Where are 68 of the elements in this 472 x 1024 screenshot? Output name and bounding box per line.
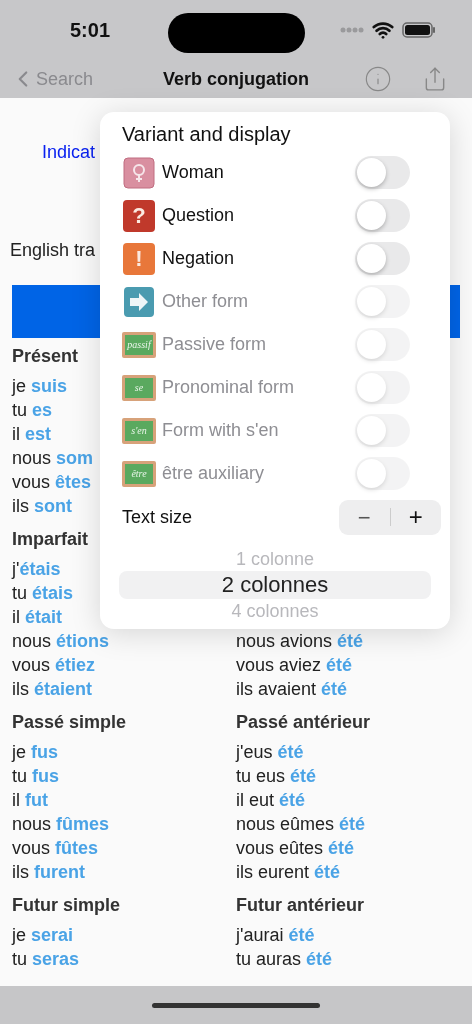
increase-button[interactable]: + bbox=[390, 499, 441, 535]
wifi-icon bbox=[372, 19, 394, 41]
battery-icon bbox=[402, 22, 436, 38]
conjugation-line: je serai bbox=[12, 924, 74, 947]
conjugation-line: ils eurent été bbox=[236, 861, 341, 884]
status-time: 5:01 bbox=[70, 18, 111, 43]
conjugation-line: vous étiez bbox=[12, 654, 96, 677]
conjugation-line: je fus bbox=[12, 741, 58, 764]
female-symbol-icon bbox=[123, 156, 155, 189]
conjugation-line: j'étais bbox=[12, 558, 61, 581]
decrease-button[interactable]: − bbox=[339, 500, 390, 534]
popover-title: Variant and display bbox=[122, 122, 292, 146]
tense-heading: Passé simple bbox=[12, 711, 127, 734]
conjugation-line: vous êtes bbox=[12, 471, 92, 494]
picker-option[interactable]: 2 colonnes bbox=[119, 571, 431, 599]
symbol-icon: ! bbox=[123, 242, 155, 275]
option-label: Negation bbox=[162, 247, 235, 270]
conjugation-line: nous avions été bbox=[236, 630, 364, 653]
conjugation-line: ils sont bbox=[12, 495, 72, 518]
info-icon[interactable] bbox=[364, 65, 392, 93]
symbol-icon: ? bbox=[123, 199, 155, 232]
conjugation-line: ils étaient bbox=[12, 678, 93, 701]
chalkboard-icon: passif bbox=[122, 331, 156, 358]
tense-heading: Futur simple bbox=[12, 894, 120, 917]
nav-title: Verb conjugation bbox=[163, 67, 309, 91]
tense-heading: Présent bbox=[12, 345, 79, 368]
conjugation-line: tu auras été bbox=[236, 948, 333, 971]
tense-heading: Futur antérieur bbox=[236, 894, 364, 917]
option-label: Question bbox=[162, 204, 235, 227]
conjugation-line: nous som bbox=[12, 447, 94, 470]
toggle-switch[interactable] bbox=[355, 199, 410, 232]
chalkboard-icon: s'en bbox=[122, 417, 156, 444]
toggle-switch[interactable] bbox=[355, 156, 410, 189]
conjugation-line: tu es bbox=[12, 399, 53, 422]
conjugation-line: tu étais bbox=[12, 582, 74, 605]
text-size-label: Text size bbox=[122, 505, 193, 529]
tense-heading: Passé antérieur bbox=[236, 711, 371, 734]
toggle-switch[interactable] bbox=[355, 242, 410, 275]
conjugation-line: j'aurai été bbox=[236, 924, 315, 947]
conjugation-line: vous fûtes bbox=[12, 837, 99, 860]
conjugation-line: vous eûtes été bbox=[236, 837, 355, 860]
conjugation-line: nous fûmes bbox=[12, 813, 110, 836]
conjugation-line: vous aviez été bbox=[236, 654, 353, 677]
signal-dots-icon bbox=[340, 27, 364, 33]
option-label: être auxiliary bbox=[162, 462, 265, 485]
translation-label: English tra bbox=[10, 239, 96, 262]
conjugation-line: je suis bbox=[12, 375, 68, 398]
conjugation-line: il était bbox=[12, 606, 62, 629]
conjugation-line: tu fus bbox=[12, 765, 59, 788]
option-label: Woman bbox=[162, 161, 224, 184]
option-label: Pronominal form bbox=[162, 376, 295, 399]
conjugation-line: nous étions bbox=[12, 630, 110, 653]
conjugation-line: tu eus été bbox=[236, 765, 317, 788]
conjugation-line: il est bbox=[12, 423, 51, 446]
conjugation-line: nous eûmes été bbox=[236, 813, 366, 836]
conjugation-line: ils furent bbox=[12, 861, 85, 884]
conjugation-line: il eut été bbox=[236, 789, 306, 812]
conjugation-line: ils avaient été bbox=[236, 678, 348, 701]
option-label: Other form bbox=[162, 290, 249, 313]
chalkboard-icon: être bbox=[122, 460, 156, 487]
chalkboard-icon: se bbox=[122, 374, 156, 401]
option-label: Passive form bbox=[162, 333, 267, 356]
conjugation-line: tu seras bbox=[12, 948, 80, 971]
conjugation-line: j'eus été bbox=[236, 741, 304, 764]
conjugation-line: il fut bbox=[12, 789, 48, 812]
tense-heading: Imparfait bbox=[12, 528, 89, 551]
option-label: Form with s'en bbox=[162, 419, 279, 442]
mood-link[interactable]: Indicat bbox=[42, 140, 96, 164]
